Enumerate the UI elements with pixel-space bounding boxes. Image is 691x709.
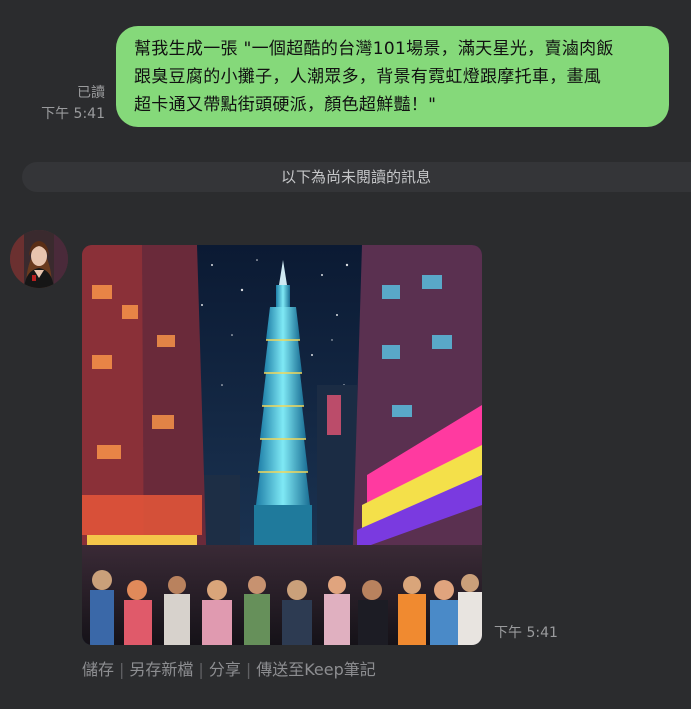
sent-message-bubble[interactable]: 幫我生成一張 "一個超酷的台灣101場景，滿天星光，賣滷肉飯 跟臭豆腐的小攤子，… [116,26,669,127]
action-separator: | [198,660,204,679]
action-separator: | [245,660,252,679]
save-button[interactable]: 儲存 [82,659,114,681]
send-to-keep-button[interactable]: 傳送至Keep筆記 [256,659,376,681]
share-button[interactable]: 分享 [209,659,241,681]
read-status: 已讀 [77,85,105,101]
message-line: 超卡通又帶點街頭硬派，顏色超鮮豔！" [134,95,437,115]
save-as-button[interactable]: 另存新檔 [129,659,193,681]
received-time: 下午 5:41 [494,625,558,641]
avatar-woman-icon [10,230,68,288]
received-image[interactable] [82,245,482,645]
avatar[interactable] [10,230,68,288]
message-line: 幫我生成一張 "一個超酷的台灣101場景，滿天星光，賣滷肉飯 [134,39,614,59]
sent-time: 下午 5:41 [41,106,105,122]
action-separator: | [119,660,125,679]
unread-divider: 以下為尚未閱讀的訊息 [22,162,691,192]
taipei-101-night-market-image-icon [82,245,482,645]
message-line: 跟臭豆腐的小攤子，人潮眾多，背景有霓虹燈跟摩托車，畫風 [134,67,602,87]
sent-message-meta: 已讀 下午 5:41 [41,83,105,125]
image-action-bar: 儲存 | 另存新檔 | 分享 | 傳送至Keep筆記 [82,659,376,681]
